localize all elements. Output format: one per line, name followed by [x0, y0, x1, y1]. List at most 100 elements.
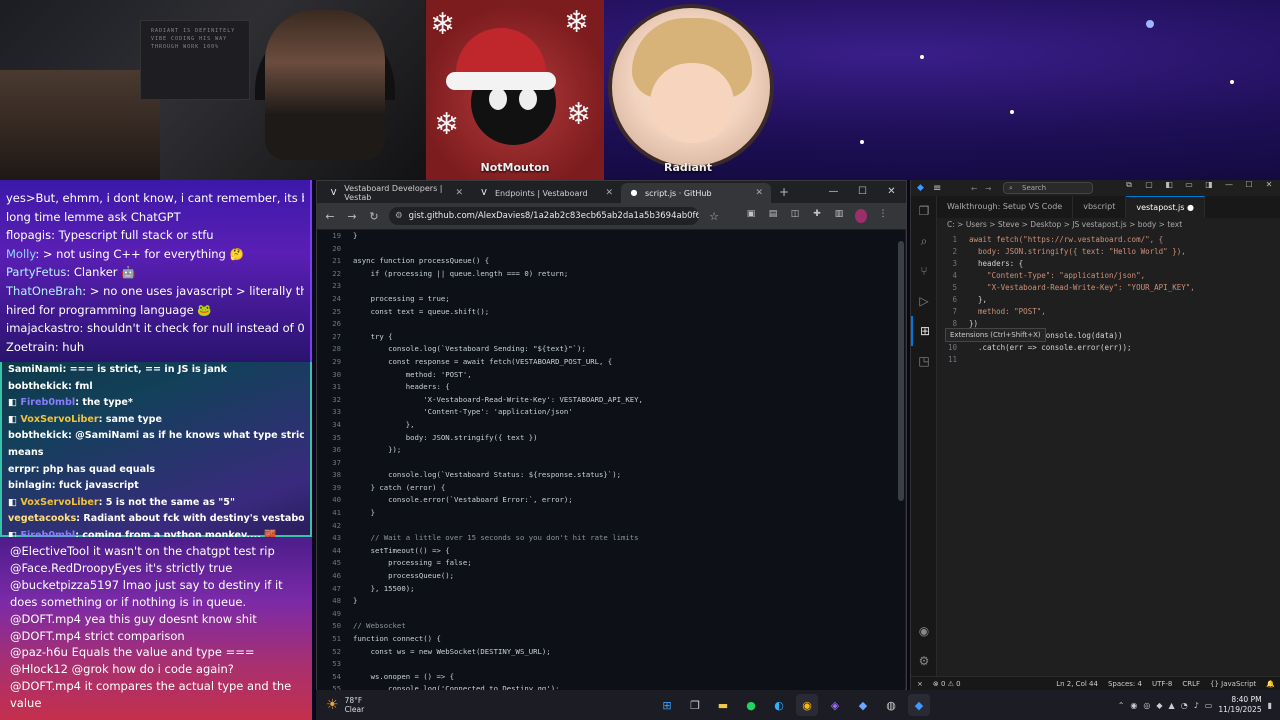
weather-widget[interactable]: ☀ 78°F Clear — [326, 696, 446, 714]
tab-vbscript[interactable]: vbscript — [1073, 196, 1127, 218]
volume-icon[interactable]: ♪ — [1194, 701, 1199, 710]
chat-username[interactable]: Fireb0mbl — [20, 397, 75, 408]
minimize-icon[interactable]: — — [819, 181, 848, 203]
chat-username[interactable]: PartyFetus — [6, 265, 66, 279]
cursor-position[interactable]: Ln 2, Col 44 — [1056, 680, 1098, 688]
chat-username[interactable]: @Face.RedDroopyEyes — [10, 561, 142, 575]
search-icon[interactable]: ⌕ — [911, 226, 937, 256]
forward-icon[interactable]: → — [345, 210, 359, 223]
close-icon[interactable]: ✕ — [877, 181, 906, 203]
back-icon[interactable]: ← — [971, 184, 977, 193]
chat-username[interactable]: vegetacooks — [8, 513, 76, 524]
maximize-icon[interactable]: ☐ — [1242, 180, 1256, 190]
close-icon[interactable]: ✕ — [605, 188, 613, 198]
chat-username[interactable]: ThatOneBrah — [6, 284, 82, 298]
obs-icon[interactable]: ◈ — [824, 694, 846, 716]
start-icon[interactable]: ⊞ — [656, 694, 678, 716]
profile-avatar[interactable] — [855, 209, 867, 223]
tray-app-icon[interactable]: ▲ — [1169, 701, 1175, 710]
battery-icon[interactable]: ▭ — [1205, 701, 1213, 710]
command-search[interactable]: ⌕ Search — [1003, 182, 1093, 194]
language-mode[interactable]: {} JavaScript — [1210, 680, 1256, 688]
chat-username[interactable]: @Hlock12 — [10, 662, 68, 676]
chat-username[interactable]: @paz-h6u — [10, 645, 68, 659]
problems-count[interactable]: ⊗ 0 ⚠ 0 — [933, 680, 961, 688]
scrollbar[interactable] — [898, 241, 904, 501]
source-control-icon[interactable]: ⑂ — [911, 256, 937, 286]
browser-tab[interactable]: V Endpoints | Vestaboard ✕ — [471, 183, 621, 203]
browser-tab[interactable]: V Vestaboard Developers | Vestab ✕ — [321, 183, 471, 203]
indentation[interactable]: Spaces: 4 — [1108, 680, 1142, 688]
notification-icon[interactable]: ▮ — [1268, 701, 1272, 710]
extension-icon[interactable]: ▣ — [745, 209, 757, 223]
gear-icon[interactable]: ⚙ — [911, 646, 937, 676]
url-bar[interactable]: ⚙ gist.github.com/AlexDavies8/1a2ab2c83e… — [389, 207, 699, 225]
chat-username[interactable]: @DOFT.mp4 — [10, 612, 81, 626]
line-ending[interactable]: CRLF — [1182, 680, 1200, 688]
chat-username[interactable]: Zoetrain — [6, 340, 55, 354]
chat-username[interactable]: bobthekick — [8, 381, 68, 392]
chat-username[interactable]: @bucketpizza5197 — [10, 578, 119, 592]
chat-username[interactable]: SamiNami — [8, 364, 62, 375]
extensions-icon[interactable]: ⊞ — [911, 316, 937, 346]
layout-icon[interactable]: ◨ — [1202, 180, 1216, 190]
remote-status-icon[interactable]: ⨯ — [917, 680, 923, 688]
run-debug-icon[interactable]: ▷ — [911, 286, 937, 316]
vscode-icon[interactable]: ◆ — [908, 694, 930, 716]
edge-icon[interactable]: ◐ — [768, 694, 790, 716]
back-icon[interactable]: ← — [323, 210, 337, 223]
puzzle-icon[interactable]: ✚ — [811, 209, 823, 223]
bookmark-star-icon[interactable]: ☆ — [707, 210, 721, 223]
bell-icon[interactable]: 🔔 — [1266, 680, 1275, 688]
chevron-up-icon[interactable]: ⌃ — [1118, 701, 1125, 710]
browser-tab-active[interactable]: ● script.js · GitHub ✕ — [621, 183, 771, 203]
close-icon[interactable]: ✕ — [455, 188, 463, 198]
maximize-icon[interactable]: ☐ — [848, 181, 877, 203]
chat-username[interactable]: VoxServoLiber — [20, 497, 98, 508]
menu-icon[interactable]: ≡ — [933, 183, 941, 194]
wifi-icon[interactable]: ◔ — [1181, 701, 1188, 710]
layout-icon[interactable]: ▢ — [1142, 180, 1156, 190]
tray-app-icon[interactable]: ◆ — [1156, 701, 1162, 710]
steam-icon[interactable]: ◍ — [880, 694, 902, 716]
chat-username[interactable]: bobthekick — [8, 430, 68, 441]
remote-icon[interactable]: ◳ — [911, 346, 937, 376]
chat-username[interactable]: imajackastro — [6, 321, 80, 335]
reload-icon[interactable]: ↻ — [367, 210, 381, 223]
close-icon[interactable]: ✕ — [1262, 180, 1276, 190]
tray-app-icon[interactable]: ◎ — [1143, 701, 1150, 710]
breadcrumb[interactable]: C: > Users > Steve > Desktop > JS vestap… — [947, 220, 1182, 229]
app-icon[interactable]: ◆ — [852, 694, 874, 716]
site-info-icon[interactable]: ⚙ — [395, 211, 403, 221]
chat-username[interactable]: flopagis — [6, 228, 51, 242]
tray-app-icon[interactable]: ◉ — [1130, 701, 1137, 710]
chat-username[interactable]: binlagin — [8, 480, 52, 491]
extension-icon[interactable]: ▤ — [767, 209, 779, 223]
forward-icon[interactable]: → — [985, 184, 991, 193]
menu-icon[interactable]: ⋮ — [877, 209, 889, 223]
clock[interactable]: 8:40 PM 11/19/2025 — [1218, 695, 1261, 715]
spotify-icon[interactable]: ● — [740, 694, 762, 716]
task-view-icon[interactable]: ❐ — [684, 694, 706, 716]
layout-icon[interactable]: ◧ — [1162, 180, 1176, 190]
sidebar-icon[interactable]: ▥ — [833, 209, 845, 223]
chrome-icon[interactable]: ◉ — [796, 694, 818, 716]
chat-username[interactable]: @ElectiveTool — [10, 544, 89, 558]
close-icon[interactable]: ✕ — [755, 188, 763, 198]
copilot-icon[interactable]: ⧉ — [1122, 180, 1136, 190]
chat-username[interactable]: @DOFT.mp4 — [10, 629, 81, 643]
tab-walkthrough[interactable]: Walkthrough: Setup VS Code — [937, 196, 1074, 218]
unsaved-dot-icon[interactable]: ● — [1187, 203, 1194, 212]
layout-icon[interactable]: ▭ — [1182, 180, 1196, 190]
chat-username[interactable]: @DOFT.mp4 — [10, 679, 81, 693]
chat-username[interactable]: VoxServoLiber — [20, 414, 98, 425]
encoding[interactable]: UTF-8 — [1152, 680, 1172, 688]
editor[interactable]: 1 await fetch("https://rw.vestaboard.com/… — [937, 234, 1280, 666]
chat-username[interactable]: Molly — [6, 247, 35, 261]
account-icon[interactable]: ◉ — [911, 616, 937, 646]
extension-icon[interactable]: ◫ — [789, 209, 801, 223]
minimize-icon[interactable]: — — [1222, 180, 1236, 190]
tab-vestapost[interactable]: vestapost.js ● — [1126, 196, 1205, 218]
file-explorer-icon[interactable]: ▬ — [712, 694, 734, 716]
new-tab-button[interactable]: + — [779, 185, 789, 199]
